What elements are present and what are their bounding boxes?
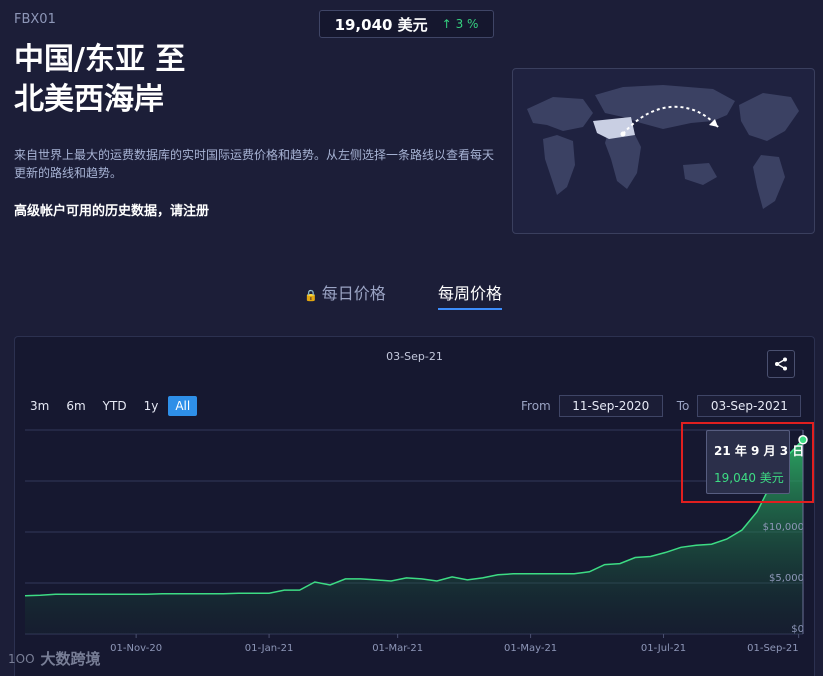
world-map-icon (527, 85, 799, 209)
data-point[interactable] (665, 551, 667, 553)
data-point[interactable] (283, 589, 285, 591)
lock-icon: 🔒 (304, 289, 318, 302)
data-point[interactable] (344, 578, 346, 580)
x-tick-label: 01-Jan-21 (245, 643, 294, 654)
data-point[interactable] (222, 593, 224, 595)
data-point[interactable] (649, 555, 651, 557)
data-point[interactable] (710, 543, 712, 545)
data-point[interactable] (253, 592, 255, 594)
data-point[interactable] (421, 578, 423, 580)
data-point[interactable] (451, 576, 453, 578)
price-change: 3 % (455, 17, 479, 31)
x-tick-label: 01-Jul-21 (641, 643, 686, 654)
data-point[interactable] (375, 579, 377, 581)
data-point[interactable] (161, 593, 163, 595)
data-point[interactable] (116, 593, 118, 595)
data-point[interactable] (726, 538, 728, 540)
watermark-text: 大数跨境 (40, 650, 101, 668)
x-tick-label: 01-Sep-21 (747, 643, 799, 654)
data-point[interactable] (497, 574, 499, 576)
data-point[interactable] (436, 580, 438, 582)
price-tabs: 🔒 每日价格 每周价格 (0, 280, 823, 310)
watermark-logo: 1OO (8, 651, 35, 666)
data-point[interactable] (619, 563, 621, 565)
route-title-line1: 中国/东亚 至 (14, 42, 186, 77)
premium-notice[interactable]: 高级帐户可用的历史数据，请注册 (14, 200, 209, 219)
tab-daily-label: 每日价格 (321, 284, 386, 303)
data-point[interactable] (558, 573, 560, 575)
data-point[interactable] (588, 571, 590, 573)
data-point[interactable] (85, 593, 87, 595)
data-point[interactable] (405, 577, 407, 579)
data-point[interactable] (299, 589, 301, 591)
data-point[interactable] (512, 573, 514, 575)
data-point[interactable] (527, 573, 529, 575)
tab-weekly-label: 每周价格 (438, 284, 503, 303)
price-change-badge: ↑ 3 % (442, 17, 479, 31)
data-point[interactable] (100, 593, 102, 595)
y-tick-label: $10,000 (763, 522, 804, 533)
up-arrow-icon: ↑ (441, 17, 452, 31)
data-point[interactable] (329, 584, 331, 586)
tab-weekly-price[interactable]: 每周价格 (438, 280, 503, 310)
data-point[interactable] (634, 557, 636, 559)
data-point[interactable] (604, 564, 606, 566)
route-code: FBX01 (14, 12, 56, 27)
route-title-line2: 北美西海岸 (14, 82, 164, 117)
current-price-box: 19,040 美元 ↑ 3 % (319, 10, 494, 38)
data-point[interactable] (24, 595, 26, 597)
data-point[interactable] (238, 592, 240, 594)
data-point[interactable] (70, 593, 72, 595)
data-point[interactable] (695, 544, 697, 546)
data-point[interactable] (390, 580, 392, 582)
x-tick-label: 01-Mar-21 (372, 643, 423, 654)
data-point[interactable] (314, 581, 316, 583)
data-point[interactable] (131, 593, 133, 595)
price-chart: $0 $5,000 $10,000 01-Nov-20 01-Jan-21 01-Mar-… (24, 429, 808, 654)
data-point[interactable] (39, 594, 41, 596)
data-point[interactable] (680, 546, 682, 548)
route-map (512, 68, 815, 234)
current-price: 19,040 美元 (334, 15, 428, 34)
y-tick-label: $5,000 (769, 573, 804, 584)
data-point[interactable] (55, 593, 57, 595)
y-tick-label: $0 (791, 624, 804, 635)
watermark: 1OO 大数跨境 (8, 648, 101, 669)
data-point[interactable] (741, 529, 743, 531)
route-title: 中国/东亚 至 北美西海岸 (14, 40, 314, 120)
data-point[interactable] (756, 511, 758, 513)
data-point[interactable] (268, 592, 270, 594)
data-point[interactable] (482, 577, 484, 579)
data-point[interactable] (466, 579, 468, 581)
x-tick-label: 01-Nov-20 (110, 643, 162, 654)
route-description: 来自世界上最大的运费数据库的实时国际运费价格和趋势。从左侧选择一条路线以查看每天… (14, 148, 495, 180)
data-point[interactable] (543, 573, 545, 575)
data-point[interactable] (192, 593, 194, 595)
x-tick-label: 01-May-21 (504, 643, 557, 654)
chart-panel: 03-Sep-21 3m 6m YTD 1y All From To $0$5,… (14, 336, 815, 676)
data-point[interactable] (207, 593, 209, 595)
data-point[interactable] (573, 573, 575, 575)
highlight-box (681, 422, 814, 503)
data-point[interactable] (177, 593, 179, 595)
data-point[interactable] (146, 593, 148, 595)
data-point[interactable] (360, 578, 362, 580)
tab-daily-price[interactable]: 🔒 每日价格 (304, 280, 386, 304)
